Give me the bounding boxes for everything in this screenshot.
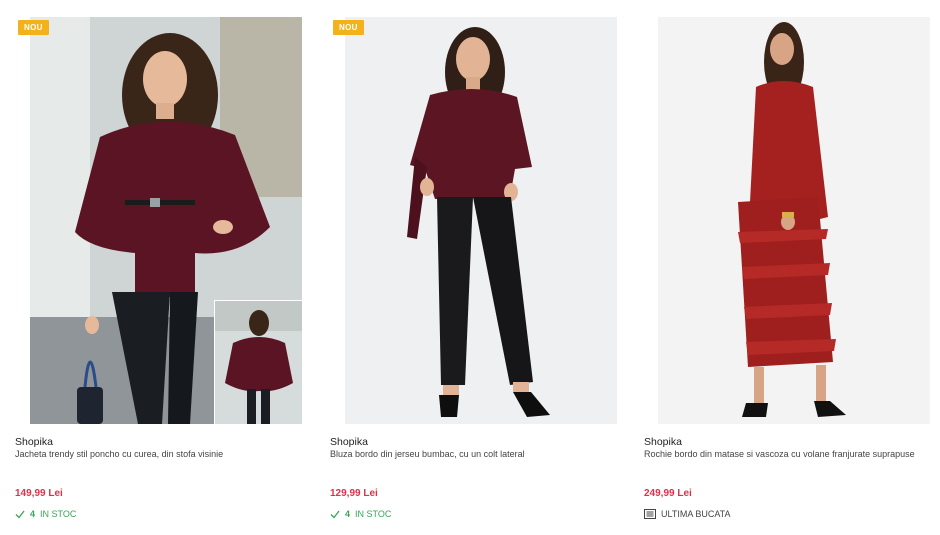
product-price: 129,99 Lei (330, 488, 378, 499)
stock-label: IN STOC (355, 509, 392, 519)
stock-status: 4 IN STOC (15, 509, 76, 519)
new-badge: NOU (333, 20, 364, 35)
stock-status: 4 IN STOC (330, 509, 391, 519)
new-badge: NOU (18, 20, 49, 35)
product-card[interactable]: NOU (12, 0, 312, 535)
secondary-thumbnail[interactable] (214, 300, 302, 424)
product-brand[interactable]: Shopika (330, 436, 368, 448)
product-card[interactable]: NOU (327, 0, 627, 535)
product-card[interactable]: Shopika Rochie bordo din matase si vasco… (641, 0, 940, 535)
model-blouse-illustration (345, 17, 617, 424)
product-image[interactable] (345, 17, 617, 424)
model-dress-illustration (658, 17, 930, 424)
product-brand[interactable]: Shopika (15, 436, 53, 448)
model-back-view-illustration (215, 301, 302, 424)
product-price: 249,99 Lei (644, 488, 692, 499)
stock-count: 4 (30, 509, 36, 519)
check-icon (15, 510, 25, 519)
product-title[interactable]: Rochie bordo din matase si vascoza cu vo… (644, 449, 929, 461)
product-image[interactable] (30, 17, 302, 424)
check-icon (330, 510, 340, 519)
stock-status: ULTIMA BUCATA (644, 509, 731, 519)
product-title[interactable]: Bluza bordo din jerseu bumbac, cu un col… (330, 449, 615, 461)
product-title[interactable]: Jacheta trendy stil poncho cu curea, din… (15, 449, 300, 461)
product-brand[interactable]: Shopika (644, 436, 682, 448)
stock-count: 4 (345, 509, 351, 519)
product-grid: NOU Shopika Jacheta trendy stil poncho c… (0, 0, 940, 535)
product-image[interactable] (658, 17, 930, 424)
product-price: 149,99 Lei (15, 488, 63, 499)
stock-label: ULTIMA BUCATA (661, 509, 731, 519)
stock-label: IN STOC (40, 509, 77, 519)
list-icon (644, 509, 656, 519)
